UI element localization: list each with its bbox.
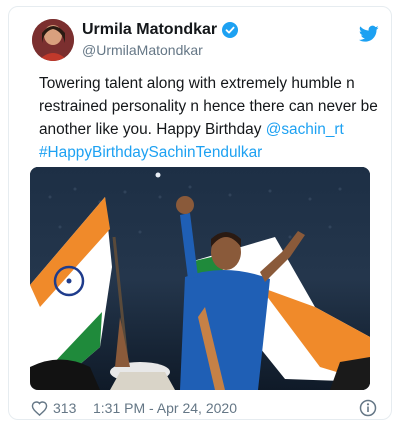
twitter-bird-icon[interactable] [358, 25, 379, 43]
tweet-text: Towering talent along with extremely hum… [39, 72, 384, 164]
tweet-card[interactable]: Urmila Matondkar @UrmilaMatondkar Toweri… [8, 6, 392, 420]
info-icon[interactable] [359, 399, 377, 417]
verified-badge-icon [222, 22, 239, 38]
display-name[interactable]: Urmila Matondkar [82, 21, 217, 39]
user-handle[interactable]: @UrmilaMatondkar [82, 42, 203, 58]
avatar[interactable] [32, 19, 74, 61]
like-count[interactable]: 313 [53, 400, 76, 416]
mention-link[interactable]: @sachin_rt [266, 121, 344, 138]
tweet-photo[interactable] [30, 167, 370, 390]
hashtag-link[interactable]: #HappyBirthdaySachinTendulkar [39, 144, 262, 161]
heart-icon[interactable] [31, 400, 48, 417]
timestamp[interactable]: 1:31 PM - Apr 24, 2020 [93, 400, 237, 416]
